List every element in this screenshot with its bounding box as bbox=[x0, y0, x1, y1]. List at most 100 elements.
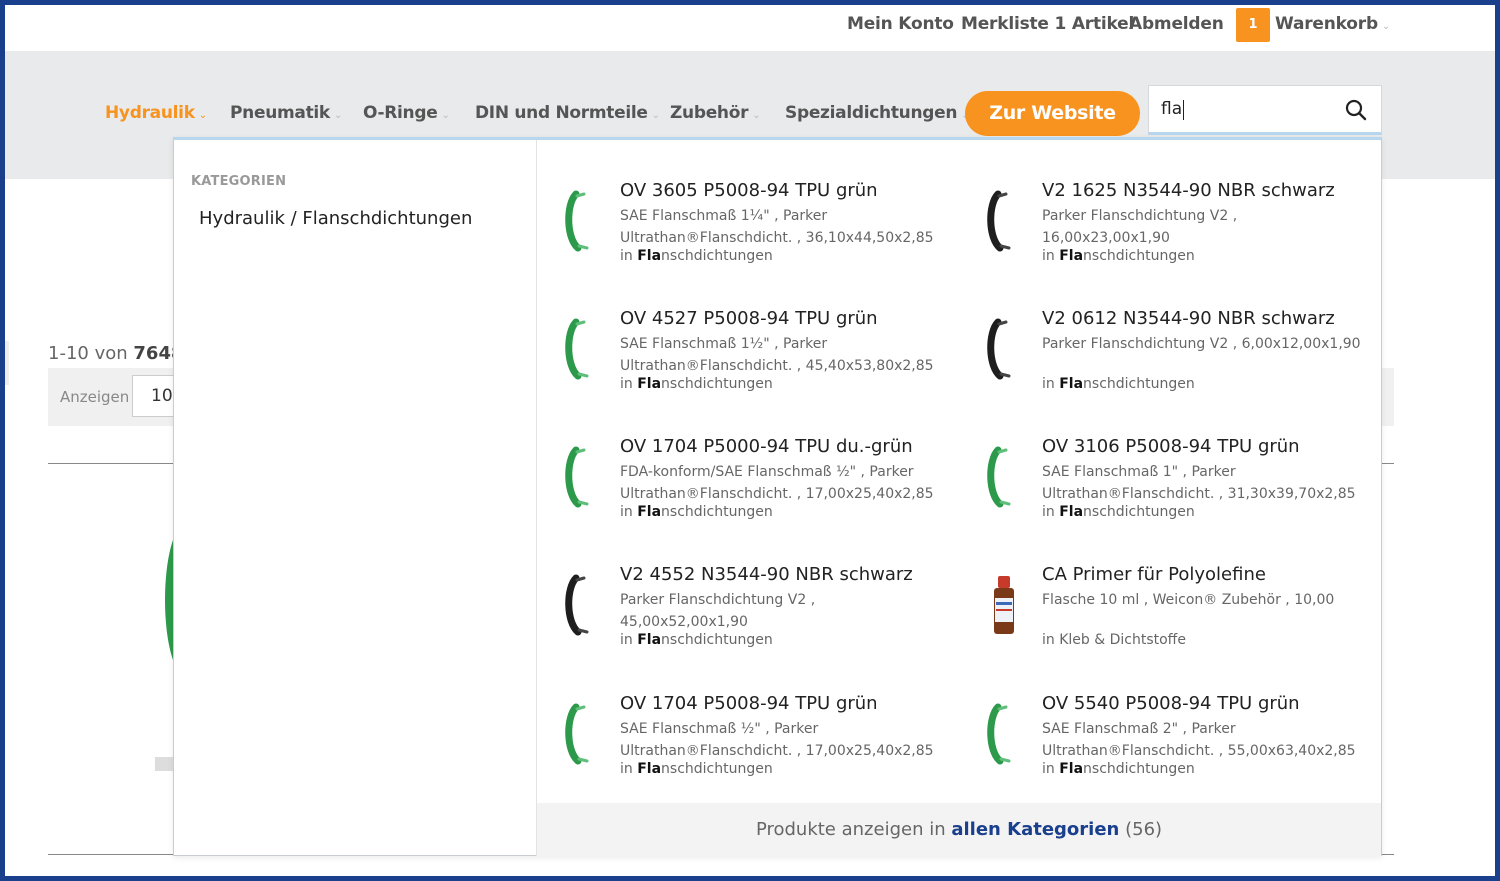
category-prefix: in bbox=[1042, 504, 1055, 520]
category-prefix: in bbox=[620, 376, 633, 392]
product-detail: FDA-konform/SAE Flanschmaß ½" , Parker bbox=[620, 464, 914, 480]
website-button[interactable]: Zur Website bbox=[965, 91, 1140, 136]
search-highlight: Fla bbox=[1059, 761, 1084, 777]
category-rest: nschdichtungen bbox=[1083, 761, 1195, 777]
search-suggestions: KATEGORIEN Hydraulik / Flanschdichtungen… bbox=[173, 137, 1382, 856]
chevron-down-icon: ⌄ bbox=[441, 110, 450, 121]
nav-item-hydraulik[interactable]: Hydraulik ⌄ bbox=[105, 103, 207, 123]
nav-label: Spezialdichtungen bbox=[785, 103, 958, 123]
product-name[interactable]: OV 1704 P5000-94 TPU du.-grün bbox=[620, 436, 913, 457]
category-prefix: in bbox=[620, 632, 633, 648]
page-size-control: Anzeigen 10 bbox=[48, 368, 182, 426]
product-suggestion[interactable]: V2 1625 N3544-90 NBR schwarz Parker Flans… bbox=[959, 180, 1369, 290]
account-link[interactable]: Mein Konto bbox=[847, 14, 954, 34]
green-seal-icon bbox=[984, 701, 1024, 767]
category-prefix: in bbox=[1042, 761, 1055, 777]
wishlist-link[interactable]: Merkliste 1 Artikel bbox=[961, 14, 1134, 34]
green-seal-icon bbox=[562, 701, 602, 767]
all-categories-link[interactable]: allen Kategorien bbox=[951, 819, 1119, 840]
category-prefix: in bbox=[1042, 376, 1055, 392]
chevron-down-icon: ⌄ bbox=[752, 110, 761, 121]
category-prefix: in bbox=[1042, 632, 1055, 648]
black-seal-icon bbox=[984, 316, 1024, 382]
product-category: in Flanschdichtungen bbox=[620, 376, 773, 392]
category-prefix: in bbox=[1042, 248, 1055, 264]
product-detail: Ultrathan®Flanschdicht. , 55,00x63,40x2,… bbox=[1042, 743, 1356, 759]
green-seal-icon bbox=[984, 444, 1024, 510]
product-suggestion[interactable]: CA Primer für Polyolefine Flasche 10 ml ,… bbox=[959, 564, 1369, 674]
product-detail: Parker Flanschdichtung V2 , bbox=[1042, 208, 1238, 224]
product-name[interactable]: OV 1704 P5008-94 TPU grün bbox=[620, 693, 878, 714]
nav-label: Hydraulik bbox=[105, 103, 195, 123]
search-highlight: Fla bbox=[637, 632, 662, 648]
search-icon[interactable] bbox=[1345, 99, 1367, 121]
product-suggestion[interactable]: OV 4527 P5008-94 TPU grün SAE Flanschmaß … bbox=[537, 308, 947, 418]
green-seal-icon bbox=[562, 188, 602, 254]
category-rest: nschdichtungen bbox=[661, 504, 773, 520]
category-column: KATEGORIEN Hydraulik / Flanschdichtungen bbox=[174, 140, 537, 856]
green-seal-icon bbox=[562, 316, 602, 382]
category-rest: nschdichtungen bbox=[661, 376, 773, 392]
product-suggestion[interactable]: OV 5540 P5008-94 TPU grün SAE Flanschmaß … bbox=[959, 693, 1369, 803]
product-detail: Ultrathan®Flanschdicht. , 36,10x44,50x2,… bbox=[620, 230, 934, 246]
product-detail: Parker Flanschdichtung V2 , bbox=[620, 592, 816, 608]
product-name[interactable]: OV 5540 P5008-94 TPU grün bbox=[1042, 693, 1300, 714]
category-rest: nschdichtungen bbox=[661, 761, 773, 777]
nav-label: O-Ringe bbox=[363, 103, 438, 123]
product-detail: Flasche 10 ml , Weicon® Zubehör , 10,00 bbox=[1042, 592, 1335, 608]
product-name[interactable]: OV 4527 P5008-94 TPU grün bbox=[620, 308, 878, 329]
page-size-label: Anzeigen bbox=[60, 388, 130, 406]
result-count-prefix: 1-10 von bbox=[48, 343, 128, 364]
search-highlight: Fla bbox=[637, 761, 662, 777]
category-prefix: in bbox=[620, 504, 633, 520]
text-caret bbox=[1183, 100, 1184, 120]
chevron-down-icon: ⌄ bbox=[198, 110, 207, 121]
nav-item-zubehoer[interactable]: Zubehör ⌄ bbox=[670, 103, 761, 123]
category-prefix: in bbox=[620, 248, 633, 264]
category-rest: nschdichtungen bbox=[661, 248, 773, 264]
product-detail: SAE Flanschmaß 2" , Parker bbox=[1042, 721, 1236, 737]
top-bar: Mein Konto Merkliste 1 Artikel Abmelden … bbox=[5, 5, 1495, 51]
product-suggestion[interactable]: OV 3605 P5008-94 TPU grün SAE Flanschmaß … bbox=[537, 180, 947, 290]
black-seal-icon bbox=[562, 572, 602, 638]
product-detail: Ultrathan®Flanschdicht. , 45,40x53,80x2,… bbox=[620, 358, 934, 374]
chevron-down-icon: ⌄ bbox=[333, 110, 343, 121]
nav-item-pneumatik[interactable]: Pneumatik ⌄ bbox=[230, 103, 342, 123]
toolbar-edge bbox=[1381, 368, 1394, 426]
cart-link[interactable]: Warenkorb ⌄ bbox=[1275, 14, 1390, 34]
product-category: in Flanschdichtungen bbox=[1042, 761, 1195, 777]
product-category: in Flanschdichtungen bbox=[1042, 376, 1195, 392]
search-value: fla bbox=[1161, 99, 1183, 119]
product-detail: SAE Flanschmaß 1¼" , Parker bbox=[620, 208, 828, 224]
chevron-down-icon: ⌄ bbox=[651, 110, 660, 121]
product-suggestion[interactable]: OV 1704 P5000-94 TPU du.-grün FDA-konform… bbox=[537, 436, 947, 546]
nav-item-din[interactable]: DIN und Normteile ⌄ bbox=[475, 103, 660, 123]
nav-item-spezialdichtungen[interactable]: Spezialdichtungen⌄ bbox=[785, 103, 970, 123]
category-rest: nschdichtungen bbox=[1083, 504, 1195, 520]
product-suggestion[interactable]: OV 3106 P5008-94 TPU grün SAE Flanschmaß … bbox=[959, 436, 1369, 546]
product-name[interactable]: OV 3106 P5008-94 TPU grün bbox=[1042, 436, 1300, 457]
product-name[interactable]: V2 0612 N3544-90 NBR schwarz bbox=[1042, 308, 1335, 329]
product-detail: SAE Flanschmaß 1½" , Parker bbox=[620, 336, 828, 352]
product-suggestion[interactable]: V2 4552 N3544-90 NBR schwarz Parker Flans… bbox=[537, 564, 947, 674]
logout-link[interactable]: Abmelden bbox=[1129, 14, 1224, 34]
product-name[interactable]: V2 1625 N3544-90 NBR schwarz bbox=[1042, 180, 1335, 201]
nav-label: Pneumatik bbox=[230, 103, 330, 123]
nav-label: DIN und Normteile bbox=[475, 103, 648, 123]
nav-item-o-ringe[interactable]: O-Ringe ⌄ bbox=[363, 103, 450, 123]
product-detail: 45,00x52,00x1,90 bbox=[620, 614, 748, 630]
search-input[interactable]: fla bbox=[1148, 85, 1382, 135]
product-suggestion[interactable]: OV 1704 P5008-94 TPU grün SAE Flanschmaß … bbox=[537, 693, 947, 803]
chevron-down-icon: ⌄ bbox=[1381, 21, 1391, 32]
cart-count-badge[interactable]: 1 bbox=[1236, 8, 1270, 42]
product-name[interactable]: OV 3605 P5008-94 TPU grün bbox=[620, 180, 878, 201]
nav-label: Zubehör bbox=[670, 103, 749, 123]
show-all-products-link[interactable]: Produkte anzeigen in allen Kategorien (5… bbox=[537, 803, 1381, 856]
product-name[interactable]: CA Primer für Polyolefine bbox=[1042, 564, 1266, 585]
product-suggestion[interactable]: V2 0612 N3544-90 NBR schwarz Parker Flans… bbox=[959, 308, 1369, 418]
product-name[interactable]: V2 4552 N3544-90 NBR schwarz bbox=[620, 564, 913, 585]
category-rest: Kleb & Dichtstoffe bbox=[1059, 632, 1186, 648]
product-category: in Flanschdichtungen bbox=[1042, 248, 1195, 264]
category-suggestion[interactable]: Hydraulik / Flanschdichtungen bbox=[199, 208, 472, 229]
result-count: 1-10 von 7648 bbox=[48, 343, 184, 364]
